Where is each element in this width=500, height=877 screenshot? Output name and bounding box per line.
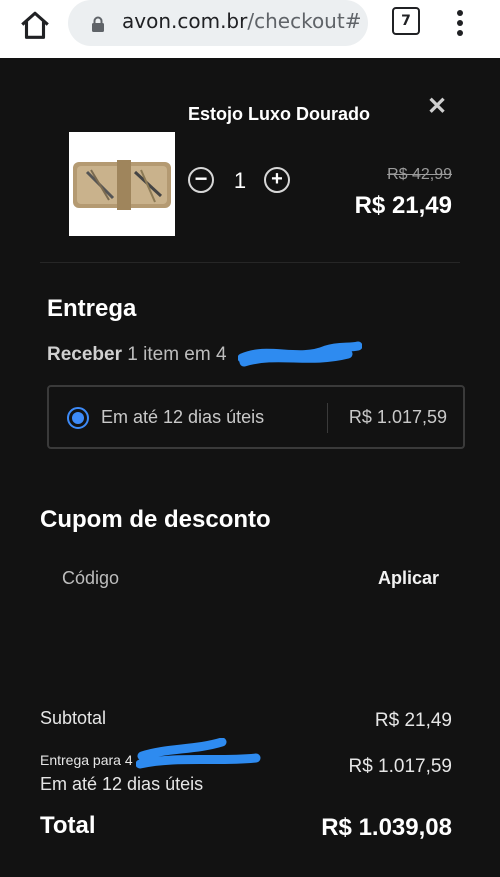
quantity-value: 1: [233, 168, 247, 193]
receive-label: Receber: [47, 344, 122, 365]
shipping-option-label: Em até 12 dias úteis: [101, 407, 265, 427]
shipping-radio[interactable]: [67, 407, 89, 429]
address-bar[interactable]: avon.com.br/checkout#: [68, 0, 368, 46]
url-text: avon.com.br/checkout#: [122, 9, 362, 33]
redaction-mark: [238, 341, 362, 367]
more-vert-icon[interactable]: [452, 6, 468, 40]
shipping-time: Em até 12 dias úteis: [40, 774, 204, 794]
home-icon[interactable]: [18, 9, 52, 43]
product-image: [69, 132, 175, 236]
sale-price: R$ 21,49: [354, 192, 452, 219]
total-value: R$ 1.039,08: [321, 814, 452, 841]
product-name: Estojo Luxo Dourado: [188, 104, 370, 124]
tab-count: 7: [401, 13, 411, 29]
original-price: R$ 42,99: [387, 166, 452, 183]
lock-icon: [92, 16, 104, 32]
shipping-label: Entrega para 4: [40, 752, 133, 768]
divider: [327, 403, 328, 433]
decrease-quantity-button[interactable]: −: [188, 167, 214, 193]
delivery-heading: Entrega: [47, 295, 137, 322]
coupon-heading: Cupom de desconto: [40, 506, 271, 533]
checkout-panel: Estojo Luxo Dourado ✕ − 1 + R$ 42,99 R$ …: [0, 58, 500, 877]
url-domain: avon.com.br: [122, 9, 248, 33]
browser-toolbar: avon.com.br/checkout# 7: [0, 0, 500, 58]
total-label: Total: [40, 812, 96, 839]
redaction-mark: [136, 738, 261, 769]
subtotal-value: R$ 21,49: [374, 710, 452, 731]
divider: [40, 262, 460, 263]
increase-quantity-button[interactable]: +: [264, 167, 290, 193]
url-path: /checkout#: [247, 9, 362, 33]
receive-text: 1 item em 4: [127, 344, 227, 365]
shipping-option[interactable]: Em até 12 dias úteis R$ 1.017,59: [47, 385, 465, 449]
tabs-icon[interactable]: 7: [392, 7, 420, 35]
delivery-summary: Receber 1 item em 4: [47, 344, 227, 366]
coupon-input[interactable]: Código: [62, 568, 119, 589]
close-icon[interactable]: ✕: [426, 95, 448, 119]
shipping-option-price: R$ 1.017,59: [348, 407, 447, 427]
subtotal-label: Subtotal: [40, 708, 107, 728]
shipping-value: R$ 1.017,59: [348, 756, 452, 777]
apply-coupon-button[interactable]: Aplicar: [378, 568, 439, 589]
